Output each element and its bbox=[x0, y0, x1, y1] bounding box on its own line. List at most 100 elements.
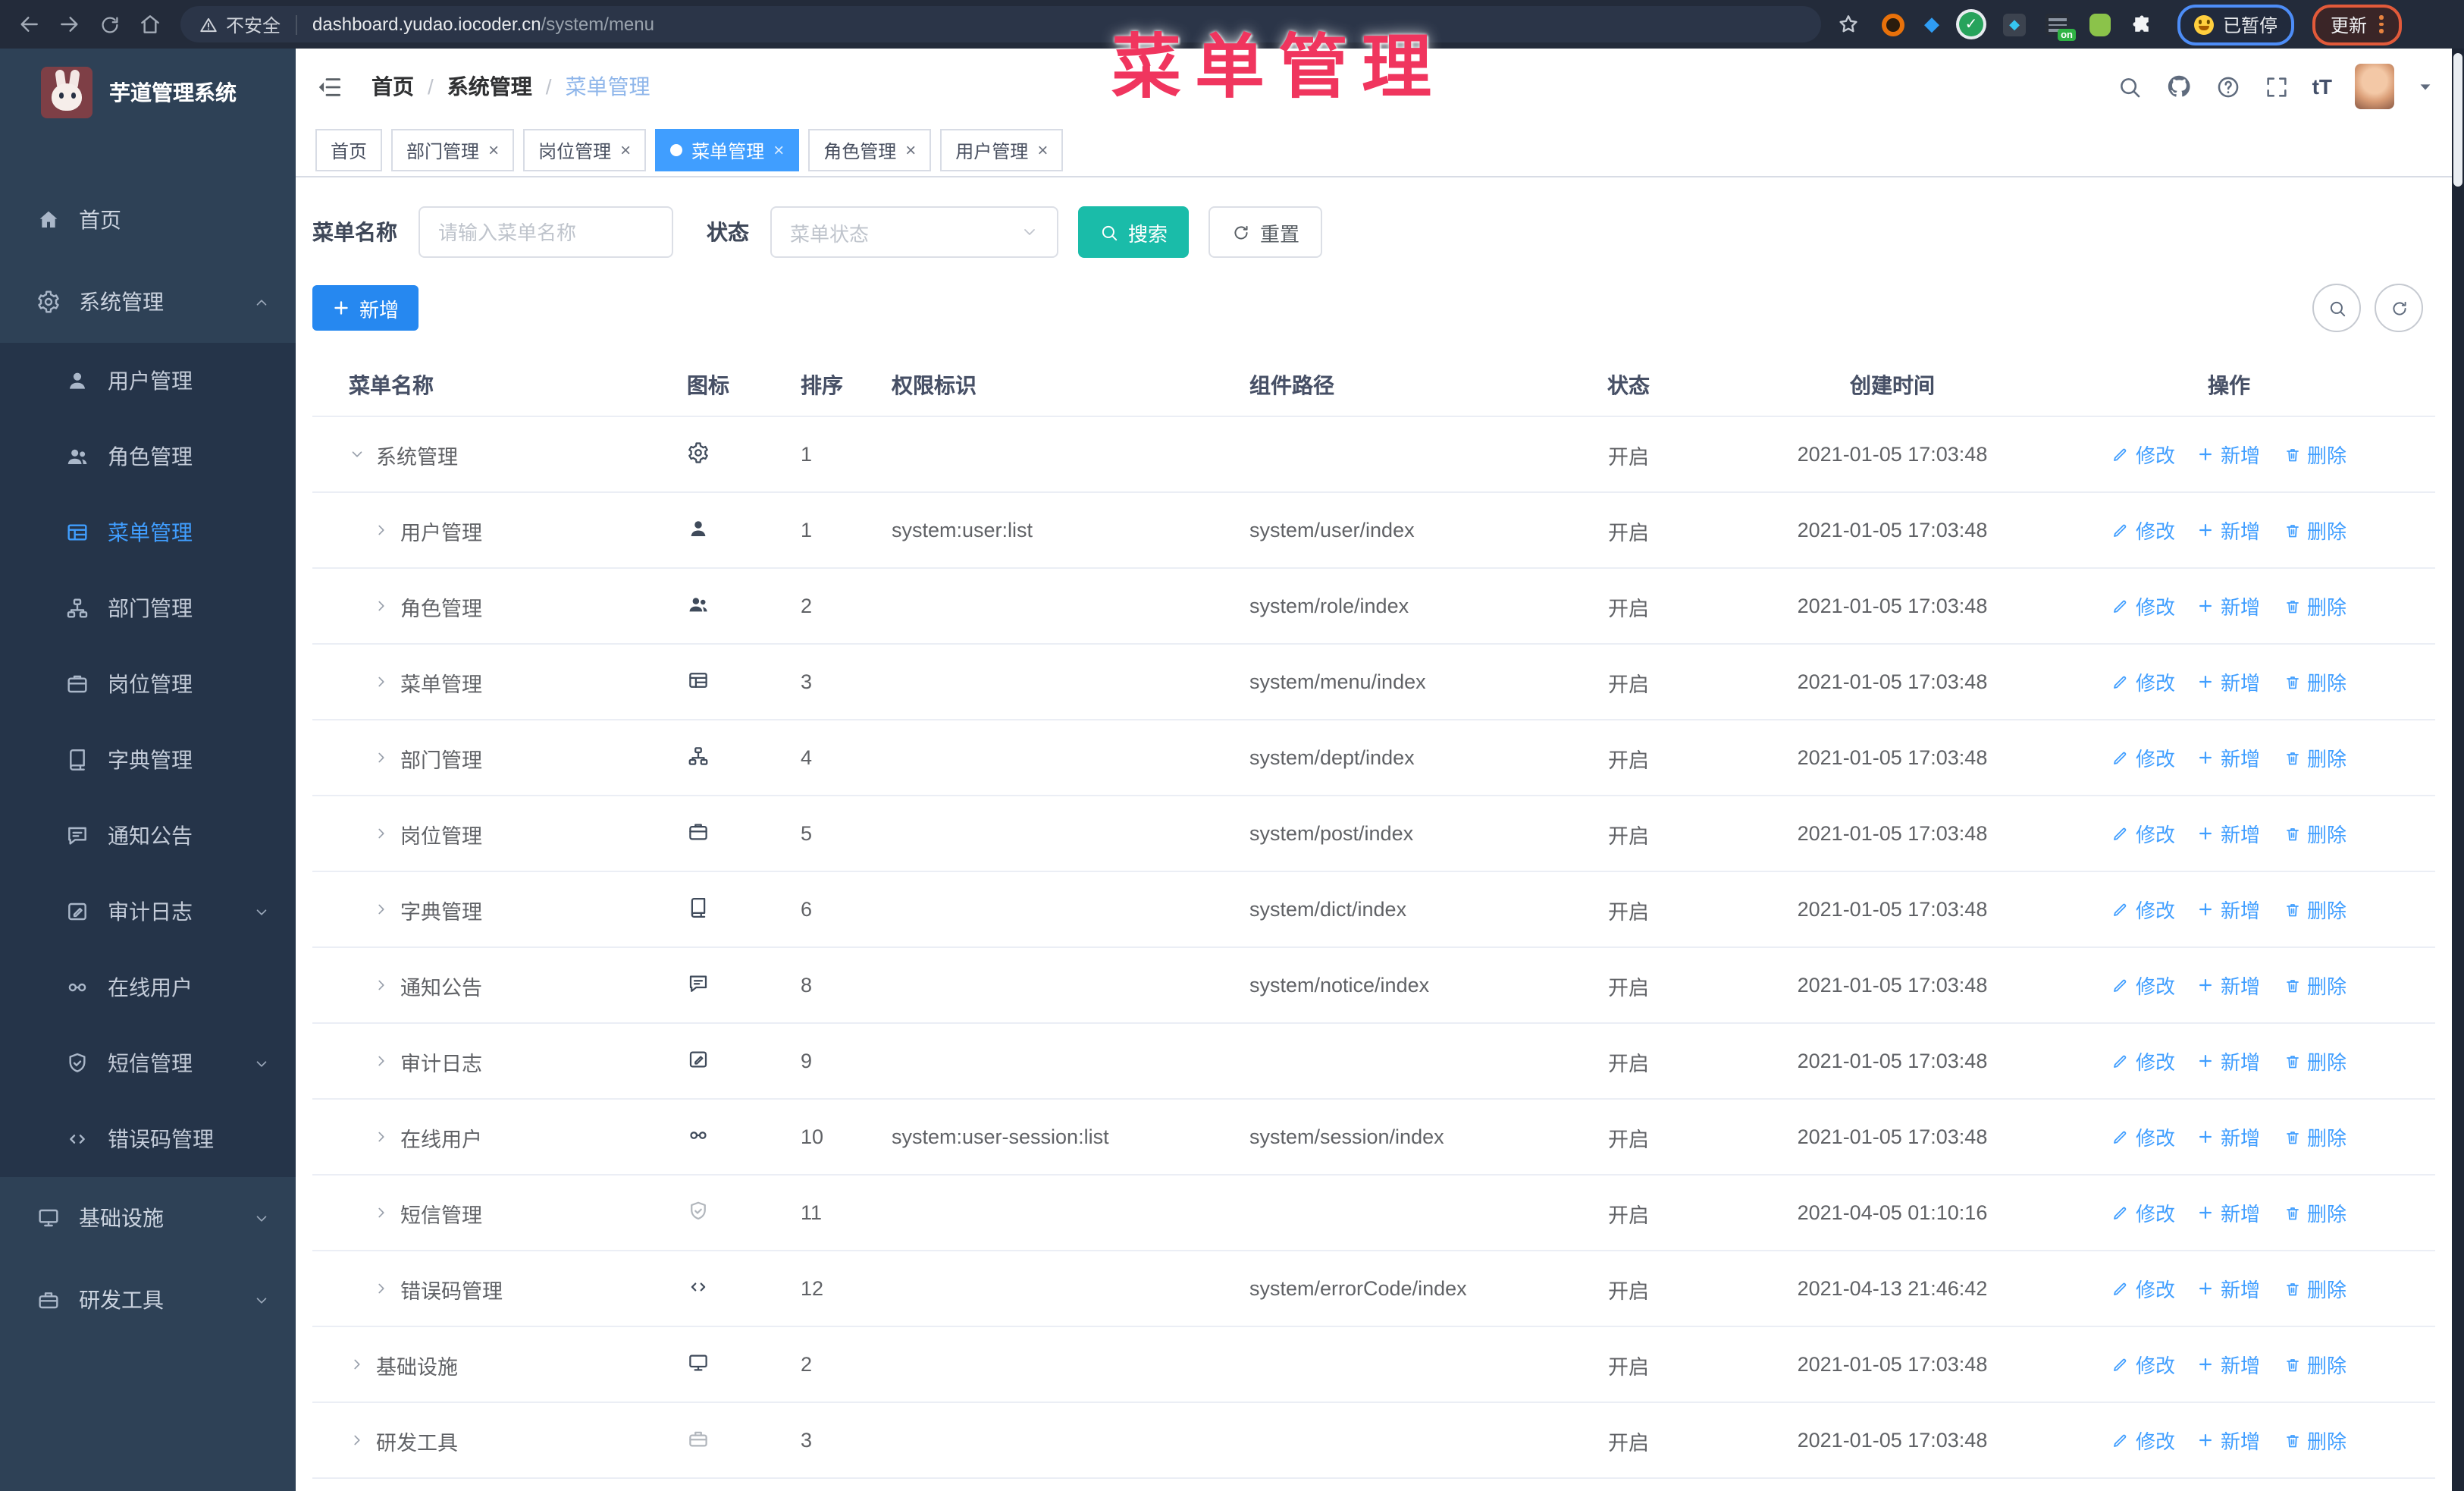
edit-link[interactable]: 修改 bbox=[2111, 971, 2175, 1000]
add-child-link[interactable]: 新增 bbox=[2198, 1122, 2260, 1151]
sidebar-item-部门管理[interactable]: 部门管理 bbox=[0, 570, 296, 646]
security-indicator[interactable]: 不安全 bbox=[199, 11, 281, 37]
add-child-link[interactable]: 新增 bbox=[2198, 1198, 2260, 1227]
add-child-link[interactable]: 新增 bbox=[2198, 667, 2260, 696]
edit-link[interactable]: 修改 bbox=[2111, 1198, 2175, 1227]
delete-link[interactable]: 删除 bbox=[2283, 1198, 2346, 1227]
delete-link[interactable]: 删除 bbox=[2283, 1426, 2346, 1455]
tab-岗位管理[interactable]: 岗位管理 × bbox=[523, 129, 647, 171]
help-icon[interactable] bbox=[2215, 74, 2241, 99]
chevron-right-icon[interactable] bbox=[373, 598, 390, 614]
chevron-right-icon[interactable] bbox=[373, 1280, 390, 1297]
toggle-search-button[interactable] bbox=[2312, 284, 2361, 332]
chevron-right-icon[interactable] bbox=[373, 749, 390, 766]
add-child-link[interactable]: 新增 bbox=[2198, 592, 2260, 620]
edit-link[interactable]: 修改 bbox=[2111, 1426, 2175, 1455]
sidebar-item-首页[interactable]: 首页 bbox=[0, 179, 296, 261]
extension-gem-icon[interactable]: ◆ bbox=[1924, 12, 1939, 36]
delete-link[interactable]: 删除 bbox=[2283, 1274, 2346, 1303]
font-size-icon[interactable]: tT bbox=[2312, 74, 2332, 99]
browser-back-icon[interactable] bbox=[17, 12, 41, 36]
delete-link[interactable]: 删除 bbox=[2283, 667, 2346, 696]
add-child-link[interactable]: 新增 bbox=[2198, 1350, 2260, 1379]
sidebar-item-短信管理[interactable]: 短信管理 bbox=[0, 1025, 296, 1101]
delete-link[interactable]: 删除 bbox=[2283, 592, 2346, 620]
edit-link[interactable]: 修改 bbox=[2111, 592, 2175, 620]
paused-extension-badge[interactable]: 已暂停 bbox=[2177, 4, 2295, 45]
delete-link[interactable]: 删除 bbox=[2283, 1122, 2346, 1151]
breadcrumb-home[interactable]: 首页 bbox=[371, 71, 414, 102]
status-select[interactable]: 菜单状态 bbox=[770, 206, 1058, 258]
add-child-link[interactable]: 新增 bbox=[2198, 516, 2260, 545]
breadcrumb-system[interactable]: 系统管理 bbox=[447, 71, 532, 102]
sidebar-logo-row[interactable]: 芋道管理系统 bbox=[0, 49, 296, 137]
browser-forward-icon[interactable] bbox=[58, 12, 82, 36]
browser-menu-dots-icon[interactable] bbox=[2379, 15, 2384, 33]
edit-link[interactable]: 修改 bbox=[2111, 1274, 2175, 1303]
tab-角色管理[interactable]: 角色管理 × bbox=[808, 129, 932, 171]
browser-home-icon[interactable] bbox=[138, 12, 162, 36]
chevron-right-icon[interactable] bbox=[373, 1204, 390, 1221]
tab-部门管理[interactable]: 部门管理 × bbox=[391, 129, 515, 171]
edit-link[interactable]: 修改 bbox=[2111, 516, 2175, 545]
sidebar-item-角色管理[interactable]: 角色管理 bbox=[0, 419, 296, 494]
chevron-right-icon[interactable] bbox=[373, 522, 390, 538]
tab-菜单管理[interactable]: 菜单管理 × bbox=[655, 129, 800, 171]
add-child-link[interactable]: 新增 bbox=[2198, 971, 2260, 1000]
sidebar-item-岗位管理[interactable]: 岗位管理 bbox=[0, 646, 296, 722]
sidebar-item-系统管理[interactable]: 系统管理 bbox=[0, 261, 296, 343]
close-tab-icon[interactable]: × bbox=[773, 140, 784, 161]
sidebar-item-字典管理[interactable]: 字典管理 bbox=[0, 722, 296, 798]
chevron-right-icon[interactable] bbox=[349, 1432, 365, 1449]
tab-首页[interactable]: 首页 bbox=[315, 129, 383, 171]
tab-用户管理[interactable]: 用户管理 × bbox=[940, 129, 1064, 171]
edit-link[interactable]: 修改 bbox=[2111, 667, 2175, 696]
add-child-link[interactable]: 新增 bbox=[2198, 1274, 2260, 1303]
add-child-link[interactable]: 新增 bbox=[2198, 895, 2260, 924]
chevron-right-icon[interactable] bbox=[373, 1128, 390, 1145]
delete-link[interactable]: 删除 bbox=[2283, 743, 2346, 772]
add-child-link[interactable]: 新增 bbox=[2198, 1426, 2260, 1455]
chevron-right-icon[interactable] bbox=[373, 825, 390, 842]
user-avatar[interactable] bbox=[2355, 64, 2394, 109]
sidebar-item-通知公告[interactable]: 通知公告 bbox=[0, 798, 296, 874]
chevron-right-icon[interactable] bbox=[373, 1053, 390, 1069]
search-icon[interactable] bbox=[2117, 74, 2143, 99]
address-bar[interactable]: 不安全 dashboard.yudao.iocoder.cn/system/me… bbox=[180, 6, 1821, 42]
close-tab-icon[interactable]: × bbox=[1037, 140, 1048, 161]
update-browser-badge[interactable]: 更新 bbox=[2312, 4, 2402, 45]
extension-green-icon[interactable] bbox=[2089, 13, 2111, 36]
extension-check-icon[interactable]: ✓ bbox=[1959, 12, 1983, 36]
chevron-down-icon[interactable] bbox=[2417, 78, 2434, 95]
chevron-right-icon[interactable] bbox=[349, 1356, 365, 1373]
sidebar-item-基础设施[interactable]: 基础设施 bbox=[0, 1177, 296, 1259]
sidebar-item-用户管理[interactable]: 用户管理 bbox=[0, 343, 296, 419]
edit-link[interactable]: 修改 bbox=[2111, 1122, 2175, 1151]
sidebar-item-在线用户[interactable]: 在线用户 bbox=[0, 950, 296, 1025]
menu-name-input[interactable] bbox=[419, 206, 673, 258]
reset-button[interactable]: 重置 bbox=[1208, 206, 1323, 258]
browser-reload-icon[interactable] bbox=[99, 13, 121, 36]
search-button[interactable]: 搜索 bbox=[1078, 206, 1190, 258]
edit-link[interactable]: 修改 bbox=[2111, 895, 2175, 924]
edit-link[interactable]: 修改 bbox=[2111, 743, 2175, 772]
delete-link[interactable]: 删除 bbox=[2283, 440, 2346, 469]
chevron-right-icon[interactable] bbox=[373, 673, 390, 690]
add-child-link[interactable]: 新增 bbox=[2198, 743, 2260, 772]
sidebar-item-研发工具[interactable]: 研发工具 bbox=[0, 1259, 296, 1341]
close-tab-icon[interactable]: × bbox=[488, 140, 499, 161]
chevron-right-icon[interactable] bbox=[373, 977, 390, 993]
delete-link[interactable]: 删除 bbox=[2283, 895, 2346, 924]
edit-link[interactable]: 修改 bbox=[2111, 1350, 2175, 1379]
delete-link[interactable]: 删除 bbox=[2283, 516, 2346, 545]
github-icon[interactable] bbox=[2165, 73, 2193, 100]
delete-link[interactable]: 删除 bbox=[2283, 971, 2346, 1000]
add-button[interactable]: 新增 bbox=[312, 285, 419, 331]
scrollbar-track[interactable] bbox=[2452, 49, 2464, 1491]
sidebar-item-审计日志[interactable]: 审计日志 bbox=[0, 874, 296, 950]
refresh-table-button[interactable] bbox=[2375, 284, 2423, 332]
edit-link[interactable]: 修改 bbox=[2111, 440, 2175, 469]
edit-link[interactable]: 修改 bbox=[2111, 819, 2175, 848]
extension-grid-icon[interactable]: ◆ bbox=[2003, 13, 2026, 36]
extension-list-icon[interactable]: on bbox=[2045, 14, 2076, 41]
